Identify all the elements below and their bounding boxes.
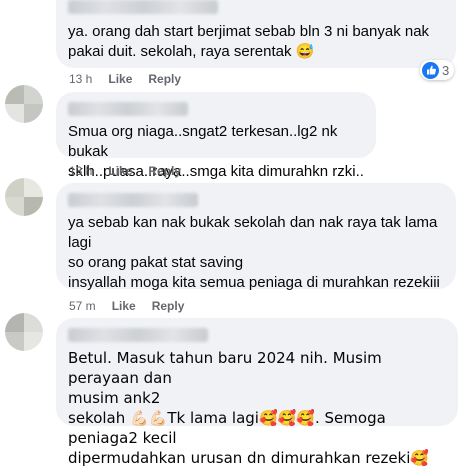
commenter-name-blurred[interactable] <box>68 328 208 342</box>
comment-bubble: ya. orang dah start berjimat sebab bln 3… <box>56 0 456 68</box>
reply-link[interactable]: Reply <box>148 164 181 178</box>
commenter-name-blurred[interactable] <box>68 0 218 14</box>
comment-bubble: Betul. Masuk tahun baru 2024 nih. Musim … <box>56 318 458 467</box>
comment-actions: 13 h Like Reply <box>69 164 181 178</box>
commenter-name-blurred[interactable] <box>68 102 188 116</box>
comment-bubble: ya sebab kan nak bukak sekolah dan nak r… <box>56 183 456 291</box>
comment-time[interactable]: 13 h <box>69 72 92 86</box>
comment-text: ya sebab kan nak bukak sekolah dan nak r… <box>68 214 440 291</box>
comment-actions: 13 h Like Reply <box>69 72 181 86</box>
comment-time[interactable]: 57 m <box>69 299 96 313</box>
comment-text: ya. orang dah start berjimat sebab bln 3… <box>68 23 430 60</box>
comment-bubble: Smua org niaga..sngat2 terkesan..lg2 nk … <box>56 92 376 180</box>
comment-time[interactable]: 13 h <box>69 164 92 178</box>
avatar-blurred[interactable] <box>5 313 43 351</box>
like-link[interactable]: Like <box>112 299 136 313</box>
reaction-count: 3 <box>442 62 450 78</box>
reply-link[interactable]: Reply <box>152 299 185 313</box>
avatar-blurred[interactable] <box>5 85 43 123</box>
like-link[interactable]: Like <box>108 72 132 86</box>
like-thumb-icon <box>422 61 439 79</box>
like-link[interactable]: Like <box>108 164 132 178</box>
reaction-summary[interactable]: 3 <box>420 60 455 80</box>
comment-text: Betul. Masuk tahun baru 2024 nih. Musim … <box>68 349 430 467</box>
comment-actions: 57 m Like Reply <box>69 299 184 313</box>
avatar-blurred[interactable] <box>5 178 43 216</box>
reply-link[interactable]: Reply <box>148 72 181 86</box>
commenter-name-blurred[interactable] <box>68 193 198 207</box>
